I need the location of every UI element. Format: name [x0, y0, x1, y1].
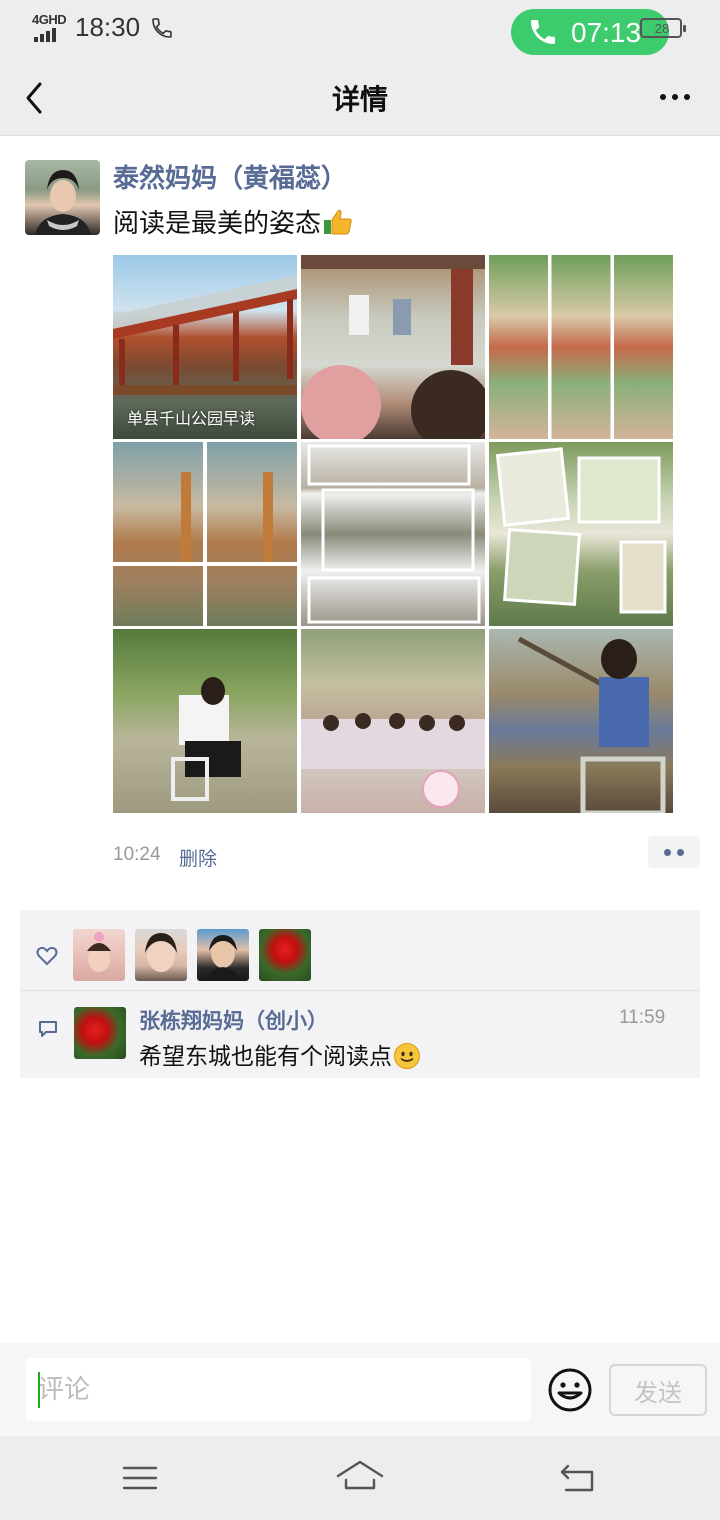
post-photo[interactable]: [113, 442, 297, 626]
status-time: 18:30: [75, 12, 141, 42]
liker-avatar[interactable]: [197, 929, 249, 981]
likes-row: [20, 910, 700, 991]
smile-emoji-icon: [394, 1043, 420, 1069]
photo-caption: 单县千山公园早读: [127, 411, 256, 428]
comment-text: 希望东城也能有个阅读点: [139, 1037, 421, 1071]
post-photo[interactable]: [489, 255, 673, 439]
comment-text-content: 希望东城也能有个阅读点: [139, 1043, 392, 1069]
liker-avatar[interactable]: [135, 929, 187, 981]
home-icon[interactable]: [334, 1458, 386, 1494]
commenter-name[interactable]: 张栋翔妈妈（创小）: [139, 1005, 328, 1035]
post-photo[interactable]: [301, 255, 485, 439]
feedback-box: 张栋翔妈妈（创小） 11:59 希望东城也能有个阅读点: [20, 910, 700, 1078]
photo-grid: 单县千山公园早读: [113, 255, 674, 813]
post-photo[interactable]: [489, 442, 673, 626]
post-photo[interactable]: 单县千山公园早读: [113, 255, 297, 439]
menu-icon[interactable]: [122, 1464, 158, 1492]
post-photo[interactable]: [113, 629, 297, 813]
network-signal-icon: 4GHD: [30, 12, 68, 42]
comment-bubble-icon: [39, 1021, 57, 1037]
text-cursor: [38, 1372, 40, 1408]
page-title: 详情: [331, 84, 388, 115]
like-comment-menu-button[interactable]: [648, 836, 700, 868]
post-photo[interactable]: [301, 442, 485, 626]
liker-avatar[interactable]: [73, 929, 125, 981]
status-bar: 4GHD 18:30 07:13 28: [0, 0, 720, 60]
commenter-avatar[interactable]: [74, 1007, 126, 1059]
thumbs-up-emoji-icon: [324, 209, 352, 235]
system-nav-bar: [0, 1436, 720, 1520]
post-photo[interactable]: [301, 629, 485, 813]
nav-bar: 详情: [0, 60, 720, 136]
author-avatar[interactable]: [25, 160, 100, 235]
post-photo[interactable]: [489, 629, 673, 813]
phone-icon: [152, 18, 172, 38]
post-text: 阅读是最美的姿态: [113, 203, 353, 240]
post-text-content: 阅读是最美的姿态: [113, 208, 322, 238]
call-timer: 07:13: [571, 17, 642, 48]
battery-icon: 28: [640, 18, 686, 38]
phone-call-icon: [531, 20, 555, 44]
back-return-icon[interactable]: [558, 1460, 598, 1496]
comment-input-bar: 发送: [0, 1343, 720, 1436]
battery-level: 28: [654, 21, 670, 36]
heart-icon: [36, 946, 58, 966]
comment-input[interactable]: [26, 1358, 531, 1421]
post-timestamp: 10:24: [113, 844, 161, 865]
comment-timestamp: 11:59: [619, 1007, 666, 1028]
liker-avatar[interactable]: [259, 929, 311, 981]
more-options-icon[interactable]: [652, 82, 698, 112]
send-button[interactable]: 发送: [609, 1364, 707, 1416]
emoji-icon[interactable]: [547, 1367, 593, 1413]
comment-row[interactable]: 张栋翔妈妈（创小） 11:59 希望东城也能有个阅读点: [20, 992, 700, 1078]
network-label: 4GHD: [32, 12, 67, 27]
delete-link[interactable]: 删除: [179, 844, 217, 871]
post-author-name[interactable]: 泰然妈妈（黄福蕊）: [113, 158, 347, 195]
